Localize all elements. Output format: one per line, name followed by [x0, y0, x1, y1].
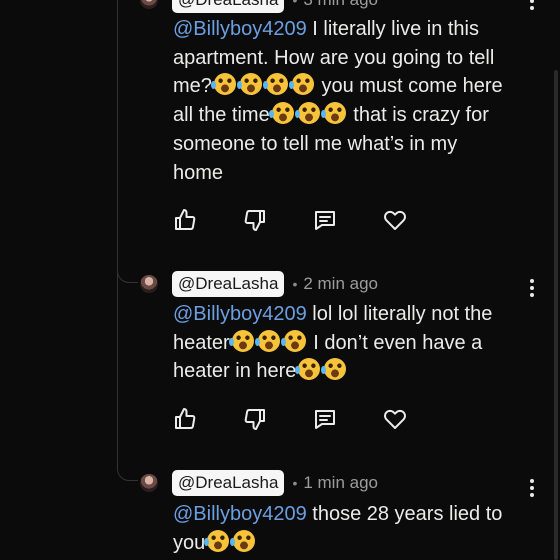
reply-button[interactable]: [313, 405, 383, 433]
tears-of-joy-emoji-icon: [288, 73, 314, 96]
text-line: home: [173, 161, 224, 184]
dislike-button[interactable]: [243, 206, 313, 234]
thumbs-up-icon: [175, 209, 196, 230]
tears-of-joy-emoji-icon: [262, 73, 288, 96]
avatar[interactable]: [140, 0, 158, 9]
like-button[interactable]: [173, 206, 243, 234]
timestamp: 1 min ago: [303, 473, 379, 492]
thumbs-down-icon: [244, 409, 265, 430]
thumbs-down-icon: [244, 210, 265, 231]
avatar[interactable]: [140, 474, 158, 492]
mention-link[interactable]: @Billyboy4209: [173, 18, 307, 40]
text-line: I literally live in this: [306, 18, 479, 40]
tears-of-joy-emoji-icon: [321, 358, 347, 381]
comment-icon: [315, 410, 335, 429]
tears-of-joy-emoji-icon: [210, 73, 236, 96]
author-handle[interactable]: @DreaLasha: [172, 271, 285, 297]
heart-button[interactable]: [383, 405, 453, 433]
scrollbar[interactable]: [554, 70, 558, 560]
text-line: lol lol literally not the: [306, 303, 493, 325]
author-handle[interactable]: @DreaLasha: [172, 470, 285, 496]
reply-button[interactable]: [313, 206, 383, 234]
text-line: someone to tell me what’s in my: [173, 132, 458, 155]
tears-of-joy-emoji-icon: [295, 358, 321, 381]
avatar[interactable]: [140, 275, 158, 293]
text-line: you must come here: [315, 75, 503, 98]
tears-of-joy-emoji-icon: [230, 529, 256, 552]
tears-of-joy-emoji-icon: [236, 73, 262, 96]
comment-icon: [315, 211, 335, 230]
thread-branch: [117, 268, 138, 283]
comment-header: @DreaLasha • 1 min ago: [140, 470, 378, 496]
tears-of-joy-emoji-icon: [228, 329, 254, 352]
tears-of-joy-emoji-icon: [320, 102, 346, 125]
comment-actions: [173, 206, 453, 234]
comment-text: @Billyboy4209 those 28 years lied to you: [173, 500, 533, 557]
dislike-button[interactable]: [243, 405, 313, 433]
more-options-button[interactable]: [530, 479, 534, 500]
like-button[interactable]: [173, 405, 243, 433]
comment-header: @DreaLasha • 2 min ago: [140, 271, 378, 297]
heart-icon: [384, 409, 406, 429]
comment-text: @Billyboy4209 lol lol literally not the …: [173, 300, 533, 386]
separator-dot: •: [292, 0, 298, 8]
thread-branch: [117, 466, 138, 481]
tears-of-joy-emoji-icon: [280, 329, 306, 352]
text-line: me?: [173, 75, 212, 98]
text-line: those 28 years lied to: [306, 503, 503, 525]
comment-text: @Billyboy4209 I literally live in this a…: [173, 15, 533, 187]
more-vertical-icon: [530, 279, 534, 283]
heart-button[interactable]: [383, 206, 453, 234]
mention-link[interactable]: @Billyboy4209: [173, 303, 307, 325]
timestamp: 2 min ago: [303, 274, 379, 293]
separator-dot: •: [292, 276, 298, 292]
thread-line: [117, 0, 118, 470]
text-line: heater: [173, 331, 230, 354]
tears-of-joy-emoji-icon: [254, 329, 280, 352]
heart-icon: [384, 210, 406, 230]
author-handle[interactable]: @DreaLasha: [172, 0, 285, 13]
text-line: you: [173, 531, 206, 554]
comment-header: @DreaLasha • 3 min ago: [140, 0, 378, 13]
thumbs-up-icon: [175, 408, 196, 429]
text-line: that is crazy for: [347, 104, 489, 127]
tears-of-joy-emoji-icon: [204, 529, 230, 552]
tears-of-joy-emoji-icon: [268, 102, 294, 125]
text-line: I don’t even have a: [307, 331, 483, 354]
text-line: heater in here: [173, 360, 297, 383]
text-line: all the time: [173, 104, 270, 127]
text-line: apartment. How are you going to tell: [173, 46, 495, 69]
tears-of-joy-emoji-icon: [294, 102, 320, 125]
timestamp: 3 min ago: [303, 0, 378, 10]
more-options-button[interactable]: [530, 279, 534, 300]
mention-link[interactable]: @Billyboy4209: [173, 503, 307, 525]
comment-actions: [173, 405, 453, 433]
more-options-button[interactable]: [530, 0, 534, 13]
more-vertical-icon: [530, 479, 534, 483]
separator-dot: •: [292, 475, 298, 491]
